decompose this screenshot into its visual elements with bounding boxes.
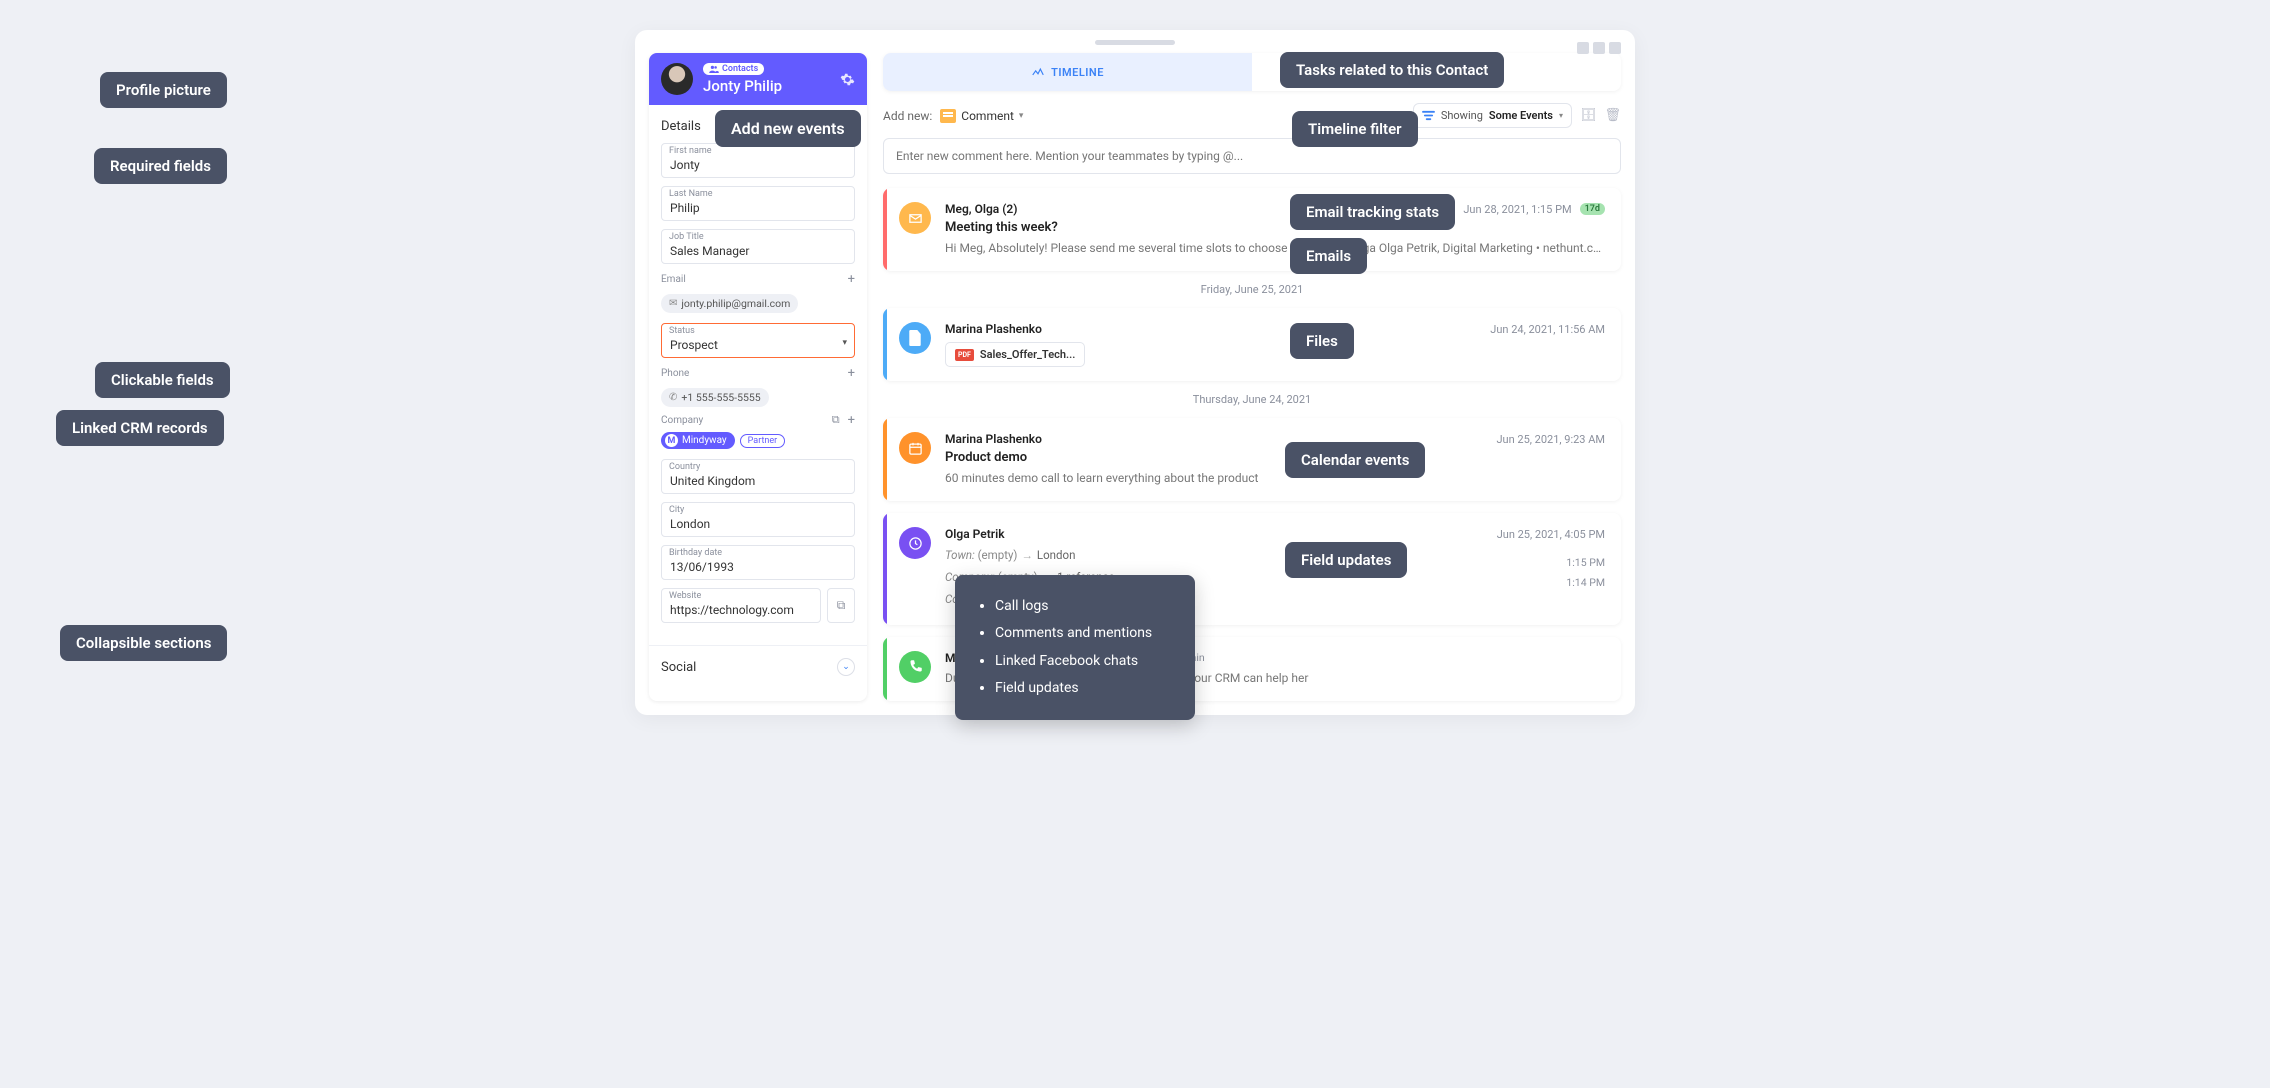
company-chip[interactable]: M Mindyway <box>661 432 735 449</box>
mail-icon <box>899 202 931 234</box>
date-divider: Thursday, June 24, 2021 <box>883 393 1621 406</box>
email-label-row: Email + <box>661 272 855 287</box>
website-field[interactable]: Website <box>661 588 821 623</box>
timeline-toolbar: Add new: Comment ▾ Showing Some Events ▾… <box>883 103 1621 128</box>
callout: Linked CRM records <box>56 410 224 446</box>
timeline-file-card[interactable]: Marina Plashenko Jun 24, 2021, 11:56 AM … <box>883 308 1621 381</box>
contacts-badge-label: Contacts <box>722 64 758 74</box>
timeline-email-card[interactable]: Meg, Olga (2) Jun 28, 2021, 1:15 PM 17d … <box>883 188 1621 271</box>
partner-tag: Partner <box>740 434 786 448</box>
file-icon <box>899 322 931 354</box>
update-time: Jun 25, 2021, 4:05 PM <box>1497 528 1605 541</box>
add-comment-button[interactable]: Comment ▾ <box>940 109 1023 123</box>
job-title-field[interactable]: Job Title <box>661 229 855 264</box>
comment-input[interactable] <box>883 138 1621 174</box>
open-website-button[interactable]: ⧉ <box>827 588 855 623</box>
callout: Profile picture <box>100 72 227 108</box>
window-controls <box>1577 42 1621 54</box>
details-fields: First name Last Name Job Title Email + ✉ <box>649 143 867 637</box>
city-field[interactable]: City <box>661 502 855 537</box>
gear-icon[interactable] <box>840 72 855 87</box>
contact-sidebar: Contacts Jonty Philip Details ⌃ First na… <box>649 53 867 701</box>
phone-pill[interactable]: ✆ +1 555-555-5555 <box>661 388 769 407</box>
chevron-down-icon: ▾ <box>1019 111 1024 121</box>
social-label: Social <box>661 660 696 675</box>
mail-icon: ✉ <box>669 298 677 309</box>
add-new-label: Add new: <box>883 109 932 123</box>
update-row-times: 1:15 PM 1:14 PM <box>1566 553 1605 593</box>
email-author: Meg, Olga (2) <box>945 202 1017 216</box>
timeline-filter[interactable]: Showing Some Events ▾ <box>1413 103 1572 128</box>
callout: Collapsible sections <box>60 625 227 661</box>
external-link-icon[interactable]: ⧉ <box>832 413 840 428</box>
company-initial: M <box>665 434 678 447</box>
pdf-icon: PDF <box>955 349 974 361</box>
archive-icon[interactable]: 🗄 <box>1580 108 1597 123</box>
contacts-badge[interactable]: Contacts <box>703 63 764 75</box>
city-input[interactable] <box>661 502 855 537</box>
file-author: Marina Plashenko <box>945 322 1042 336</box>
event-desc: 60 minutes demo call to learn everything… <box>945 469 1605 487</box>
details-label: Details <box>661 119 701 134</box>
country-field[interactable]: Country <box>661 459 855 494</box>
email-pill[interactable]: ✉ jonty.philip@gmail.com <box>661 294 798 313</box>
trash-icon[interactable]: 🗑 <box>1604 108 1621 123</box>
update-author: Olga Petrik <box>945 527 1005 541</box>
tab-timeline[interactable]: TIMELINE <box>883 53 1252 91</box>
profile-header: Contacts Jonty Philip <box>649 53 867 105</box>
file-time: Jun 24, 2021, 11:56 AM <box>1490 323 1605 336</box>
tab-bar: TIMELINE TASKS <box>883 53 1621 91</box>
callout: Timeline filter <box>1292 111 1418 147</box>
company-label-row: Company ⧉ + <box>661 413 855 428</box>
chevron-down-icon[interactable]: ⌄ <box>837 658 855 676</box>
email-subject: Meeting this week? <box>945 220 1605 235</box>
date-divider: Friday, June 25, 2021 <box>883 283 1621 296</box>
window-handle <box>1095 40 1175 45</box>
profile-name: Jonty Philip <box>703 77 830 95</box>
phone-icon: ✆ <box>669 392 677 403</box>
callout: Files <box>1290 323 1354 359</box>
callout: Calendar events <box>1285 442 1425 478</box>
status-field[interactable]: Status ▾ <box>661 323 855 358</box>
first-name-field[interactable]: First name <box>661 143 855 178</box>
callout: Required fields <box>94 148 227 184</box>
comment-icon <box>940 109 956 123</box>
birthday-field[interactable]: Birthday date <box>661 545 855 580</box>
chevron-down-icon[interactable]: ▾ <box>842 338 847 348</box>
annotation-popup: Call logs Comments and mentions Linked F… <box>955 575 1195 720</box>
event-time: Jun 25, 2021, 9:23 AM <box>1496 433 1605 446</box>
callout: Add new events <box>715 110 861 147</box>
callout: Clickable fields <box>95 362 230 398</box>
file-attachment[interactable]: PDF Sales_Offer_Tech... <box>945 342 1085 367</box>
callout: Email tracking stats <box>1290 194 1455 230</box>
history-icon <box>899 527 931 559</box>
phone-icon <box>899 651 931 683</box>
callout: Tasks related to this Contact <box>1280 52 1504 88</box>
callout: Field updates <box>1285 542 1407 578</box>
filter-icon <box>1422 110 1435 121</box>
email-time: Jun 28, 2021, 1:15 PM <box>1463 203 1571 216</box>
add-company-icon[interactable]: + <box>848 413 855 428</box>
timeline-event-card[interactable]: Marina Plashenko Jun 25, 2021, 9:23 AM P… <box>883 418 1621 501</box>
event-author: Marina Plashenko <box>945 432 1042 446</box>
phone-label-row: Phone + <box>661 366 855 381</box>
avatar[interactable] <box>661 63 693 95</box>
chevron-down-icon: ▾ <box>1559 111 1563 120</box>
calendar-icon <box>899 432 931 464</box>
add-phone-icon[interactable]: + <box>848 366 855 381</box>
event-title: Product demo <box>945 450 1605 465</box>
add-email-icon[interactable]: + <box>848 272 855 287</box>
social-section-header[interactable]: Social ⌄ <box>649 646 867 684</box>
callout: Emails <box>1290 238 1367 274</box>
last-name-field[interactable]: Last Name <box>661 186 855 221</box>
email-preview: Hi Meg, Absolutely! Please send me sever… <box>945 239 1605 257</box>
email-tracking-badge[interactable]: 17d <box>1580 203 1605 215</box>
